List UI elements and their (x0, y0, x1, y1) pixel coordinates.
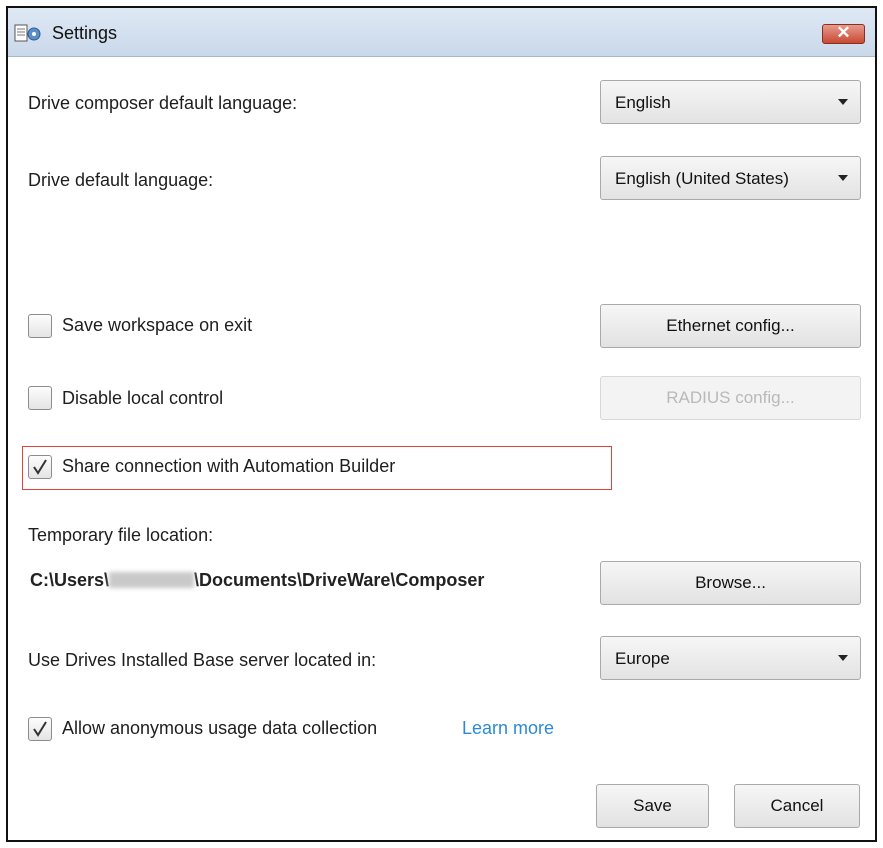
server-location-select[interactable]: Europe (600, 636, 861, 680)
composer-language-value: English (615, 93, 671, 112)
ethernet-config-button[interactable]: Ethernet config... (600, 304, 861, 348)
drive-language-value: English (United States) (615, 169, 789, 188)
path-prefix: C:\Users\ (30, 570, 110, 590)
close-button[interactable]: ✕ (822, 23, 865, 44)
disable-local-control-label[interactable]: Disable local control (62, 388, 223, 409)
save-workspace-checkbox[interactable] (28, 314, 52, 338)
chevron-down-icon (838, 99, 848, 105)
composer-language-select[interactable]: English (600, 80, 861, 124)
close-icon: ✕ (836, 23, 851, 42)
learn-more-link[interactable]: Learn more (462, 718, 554, 739)
title-bar[interactable]: Settings ✕ (8, 8, 875, 57)
server-location-label: Use Drives Installed Base server located… (28, 650, 377, 670)
server-location-value: Europe (615, 649, 670, 668)
checkmark-icon (33, 459, 47, 475)
save-button[interactable]: Save (596, 784, 709, 828)
drive-language-select[interactable]: English (United States) (600, 156, 861, 200)
anonymous-usage-checkbox[interactable] (28, 717, 52, 741)
share-connection-checkbox[interactable] (28, 455, 52, 479)
redacted-username (109, 572, 195, 589)
cancel-button[interactable]: Cancel (734, 784, 860, 828)
temp-location-path: C:\Users\ \Documents\DriveWare\Composer (30, 570, 484, 591)
checkmark-icon (33, 721, 47, 737)
drive-language-label: Drive default language: (28, 170, 214, 190)
browse-button[interactable]: Browse... (600, 561, 861, 605)
settings-app-icon (14, 24, 41, 42)
chevron-down-icon (838, 655, 848, 661)
path-suffix: \Documents\DriveWare\Composer (194, 570, 485, 590)
window-title: Settings (52, 23, 118, 43)
share-connection-label[interactable]: Share connection with Automation Builder (62, 456, 395, 477)
radius-config-button: RADIUS config... (600, 376, 861, 420)
disable-local-control-checkbox[interactable] (28, 386, 52, 410)
temp-location-label: Temporary file location: (28, 525, 214, 545)
composer-language-label: Drive composer default language: (28, 93, 298, 113)
save-workspace-label[interactable]: Save workspace on exit (62, 315, 252, 336)
chevron-down-icon (838, 175, 848, 181)
settings-window: Settings ✕ Drive composer default langua… (6, 6, 877, 842)
anonymous-usage-label[interactable]: Allow anonymous usage data collection (62, 718, 377, 739)
